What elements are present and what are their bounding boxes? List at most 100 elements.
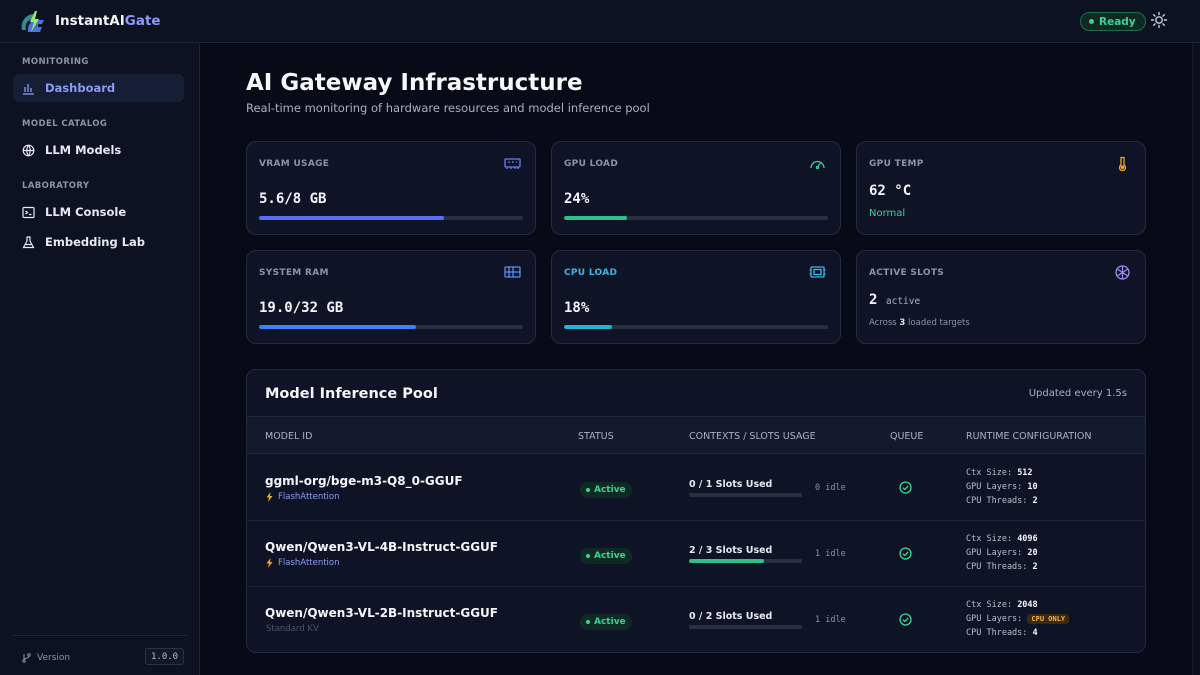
gauge-icon <box>810 160 825 170</box>
cpu-icon <box>809 266 826 278</box>
flask-icon <box>22 235 35 248</box>
table-row[interactable]: Qwen/Qwen3-VL-2B-Instruct-GGUF Standard … <box>247 587 1145 652</box>
card-value: 5.6/8 GB <box>259 191 327 207</box>
sidebar-item-label: LLM Console <box>45 205 127 219</box>
idle-count: 1 idle <box>815 549 846 559</box>
version-label-text: Version <box>37 653 71 663</box>
progress-fill <box>564 216 628 220</box>
terminal-icon <box>22 206 35 218</box>
gpu-layers: GPU Layers: 10 <box>966 482 1038 492</box>
cpu-threads-label: CPU Threads: <box>966 628 1028 638</box>
status-badge: Active <box>580 482 632 498</box>
status-dot-icon <box>586 488 590 492</box>
ctx-size: Ctx Size: 512 <box>966 468 1033 478</box>
thermometer-icon <box>1118 156 1127 171</box>
status-badge: Active <box>580 548 632 564</box>
slots-usage-fill <box>689 559 765 563</box>
status-text: Active <box>594 485 626 495</box>
card-value: 18% <box>564 300 590 316</box>
cpu-threads-value: 4 <box>1032 628 1038 638</box>
bar-chart-icon <box>23 83 34 95</box>
sidebar-item-llm-console[interactable]: LLM Console <box>13 198 184 226</box>
cpu-threads-value: 2 <box>1032 496 1038 506</box>
card-label: SYSTEM RAM <box>259 268 329 278</box>
progress-fill <box>259 325 416 329</box>
version-chip: 1.0.0 <box>145 648 185 665</box>
sidebar-item-dashboard[interactable]: Dashboard <box>13 74 184 102</box>
model-tag-text: Standard KV <box>266 624 319 634</box>
model-tag: Standard KV <box>266 624 319 634</box>
scrollbar[interactable] <box>1192 43 1200 675</box>
cpu-threads-label: CPU Threads: <box>966 562 1028 572</box>
page-title: AI Gateway Infrastructure <box>246 70 583 96</box>
model-tag-text: FlashAttention <box>278 558 340 568</box>
sidebar-item-llm-models[interactable]: LLM Models <box>13 136 184 164</box>
gpu-layers: GPU Layers: 20 <box>966 548 1038 558</box>
slots-usage-label: 0 / 2 Slots Used <box>689 611 773 622</box>
brand-accent: Gate <box>124 13 161 29</box>
status-text: Active <box>594 551 626 561</box>
pool-updated-text: Updated every 1.5s <box>1028 388 1127 399</box>
model-tag-text: FlashAttention <box>278 492 340 502</box>
gpu-load-progress-bar <box>564 216 828 220</box>
globe-icon <box>22 144 35 156</box>
gpu-temp-card: GPU TEMP 62 °C Normal <box>856 141 1146 235</box>
app-brand[interactable]: InstantAIGate <box>55 13 161 29</box>
cpu-load-progress-bar <box>564 325 828 329</box>
network-icon <box>1115 265 1130 280</box>
card-label: VRAM USAGE <box>259 159 330 169</box>
model-id: Qwen/Qwen3-VL-2B-Instruct-GGUF <box>265 606 498 620</box>
sidebar-item-label: LLM Models <box>45 143 122 157</box>
sidebar-item-embedding-lab[interactable]: Embedding Lab <box>13 228 184 256</box>
status-text: Active <box>594 617 626 627</box>
card-label: ACTIVE SLOTS <box>869 268 945 278</box>
ctx-size: Ctx Size: 2048 <box>966 600 1038 610</box>
note-suffix: loaded targets <box>908 318 970 328</box>
sidebar-item-label: Dashboard <box>45 81 116 95</box>
logo-icon[interactable] <box>18 10 48 34</box>
check-circle-icon <box>899 547 912 560</box>
table-row[interactable]: ggml-org/bge-m3-Q8_0-GGUF FlashAttention… <box>247 455 1145 521</box>
progress-fill <box>259 216 444 220</box>
status-text: Ready <box>1099 15 1136 28</box>
table-header: MODEL ID STATUS CONTEXTS / SLOTS USAGE Q… <box>247 416 1145 454</box>
card-value: 62 °C <box>869 183 912 199</box>
idle-count: 1 idle <box>815 615 846 625</box>
active-slots-count: 2 <box>869 292 878 308</box>
active-slots-card: ACTIVE SLOTS 2 active Across 3 loaded ta… <box>856 250 1146 344</box>
section-label-monitoring: MONITORING <box>22 57 89 67</box>
theme-toggle-sun-icon[interactable] <box>1150 11 1168 29</box>
card-value: 19.0/32 GB <box>259 300 344 316</box>
card-label: GPU LOAD <box>564 159 619 169</box>
gpu-layers-label: GPU Layers: <box>966 482 1023 492</box>
section-label-laboratory: LABORATORY <box>22 181 90 191</box>
column-header-status: STATUS <box>578 431 614 442</box>
section-label-model-catalog: MODEL CATALOG <box>22 119 108 129</box>
status-dot-icon <box>1089 19 1094 24</box>
model-tag: FlashAttention <box>266 558 340 568</box>
slots-usage-bar <box>689 559 802 563</box>
card-value: 2 active <box>869 292 920 308</box>
pool-title: Model Inference Pool <box>265 386 438 402</box>
model-id: Qwen/Qwen3-VL-4B-Instruct-GGUF <box>265 540 498 554</box>
cpu-threads-label: CPU Threads: <box>966 496 1028 506</box>
temp-status-note: Normal <box>869 208 906 219</box>
model-inference-pool: Model Inference Pool Updated every 1.5s … <box>246 369 1146 653</box>
slots-usage-label: 0 / 1 Slots Used <box>689 479 773 490</box>
slots-usage-bar <box>689 625 802 629</box>
status-dot-icon <box>586 554 590 558</box>
ctx-size: Ctx Size: 4096 <box>966 534 1038 544</box>
note-prefix: Across <box>869 318 897 328</box>
status-badge: Active <box>580 614 632 630</box>
vram-usage-card: VRAM USAGE 5.6/8 GB <box>246 141 536 235</box>
card-value: 24% <box>564 191 590 207</box>
status-badge: Ready <box>1080 12 1146 31</box>
check-circle-icon <box>899 613 912 626</box>
sidebar-footer: Version 1.0.0 <box>12 635 188 675</box>
gpu-load-card: GPU LOAD 24% <box>551 141 841 235</box>
table-row[interactable]: Qwen/Qwen3-VL-4B-Instruct-GGUF FlashAtte… <box>247 521 1145 587</box>
gpu-layers: GPU Layers: CPU ONLY <box>966 614 1070 624</box>
ctx-size-label: Ctx Size: <box>966 468 1013 478</box>
git-branch-icon <box>22 653 31 663</box>
slots-usage-bar <box>689 493 802 497</box>
